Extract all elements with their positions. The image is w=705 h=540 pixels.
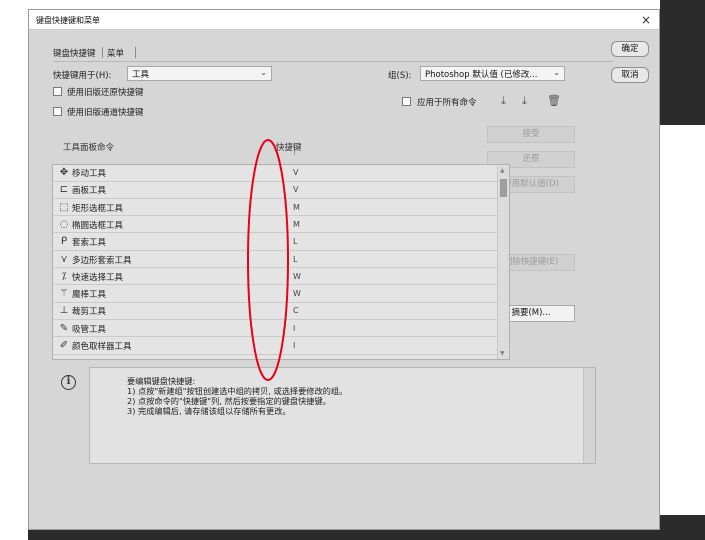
table-row[interactable]: ⋎ 多边形套索工具 L xyxy=(53,252,497,268)
shortcuts-for-label: 快捷键用于(H): xyxy=(53,71,112,81)
tab-divider xyxy=(135,47,136,58)
crop-icon: ⊥ xyxy=(59,305,69,317)
apply-all-checkbox[interactable] xyxy=(402,97,411,106)
table-row[interactable]: ⊏ 画板工具 V xyxy=(53,182,497,199)
new-set-icon[interactable]: ⤓ xyxy=(522,94,527,108)
tool-name: 裁剪工具 xyxy=(72,307,107,318)
background-dark-bottom xyxy=(660,515,705,540)
keyboard-shortcuts-dialog: 键盘快捷键和菜单 × 键盘快捷键 菜单 快捷键用于(H): 工具 ⌄ 组(S):… xyxy=(28,9,660,530)
tool-shortcut-key[interactable]: I xyxy=(293,324,295,333)
tool-shortcut-key[interactable]: W xyxy=(293,272,301,281)
title-bar: 键盘快捷键和菜单 × xyxy=(29,10,659,30)
ellipse-marquee-icon: ◌ xyxy=(59,218,69,230)
accept-button[interactable]: 接受 xyxy=(487,126,575,143)
tool-name: 魔棒工具 xyxy=(72,290,107,301)
tool-name: 画板工具 xyxy=(72,186,107,197)
background-bottom xyxy=(28,530,660,540)
column-header-shortcut: 快捷键 xyxy=(276,143,302,153)
background-light xyxy=(660,125,705,515)
scroll-up-icon[interactable]: ▲ xyxy=(500,167,505,174)
tool-shortcut-key[interactable]: L xyxy=(293,255,297,264)
background-left xyxy=(0,0,28,540)
shortcuts-for-value: 工具 xyxy=(132,70,150,80)
color-sampler-icon: ✐ xyxy=(59,340,69,351)
magic-wand-icon: ⚚ xyxy=(59,288,69,300)
legacy-channel-checkbox[interactable] xyxy=(53,107,62,116)
tool-name: 吸管工具 xyxy=(72,324,107,335)
table-row[interactable]: ⚚ 魔棒工具 W xyxy=(53,286,497,303)
legacy-undo-checkbox[interactable] xyxy=(53,87,62,96)
scroll-thumb[interactable] xyxy=(500,179,507,197)
info-icon: i xyxy=(61,375,76,390)
apply-all-label: 应用于所有命令 xyxy=(417,98,477,108)
tool-name: 颜色取样器工具 xyxy=(72,342,132,352)
tool-name: 套索工具 xyxy=(72,238,107,249)
polygon-lasso-icon: ⋎ xyxy=(60,253,68,265)
tool-shortcut-key[interactable]: M xyxy=(293,203,300,212)
lasso-icon: ᑭ xyxy=(60,236,68,248)
table-row[interactable]: ◌ 椭圆选框工具 M xyxy=(53,217,497,234)
close-icon[interactable]: × xyxy=(641,13,651,27)
artboard-icon: ⊏ xyxy=(59,184,69,196)
tool-shortcut-table: ✐ 颜色取样器工具 I ✎ 吸管工具 I ⊥ 裁剪工具 C ⚚ 魔棒工具 W ⁒ 快速选择工具 W ⋎ 多边形套… xyxy=(52,164,510,360)
tool-shortcut-key[interactable]: I xyxy=(293,341,295,350)
tab-keyboard-shortcuts[interactable]: 键盘快捷键 xyxy=(53,47,96,59)
dialog-title: 键盘快捷键和菜单 xyxy=(36,16,100,25)
tab-divider xyxy=(102,47,103,58)
column-header-command: 工具面板命令 xyxy=(63,143,115,153)
tool-shortcut-key[interactable]: V xyxy=(293,185,298,194)
tab-underline xyxy=(53,61,613,62)
tool-shortcut-key[interactable]: W xyxy=(293,289,301,298)
chevron-down-icon: ⌄ xyxy=(553,68,560,77)
delete-set-icon[interactable]: 🗑 xyxy=(547,94,561,107)
table-row[interactable]: ⁒ 快速选择工具 W xyxy=(53,269,497,286)
cancel-button[interactable]: 取消 xyxy=(611,67,649,83)
instruction-line: 3) 完成编辑后, 请存储该组以存储所有更改。 xyxy=(127,406,291,416)
background-dark-top xyxy=(660,0,705,125)
table-row[interactable]: ✎ 吸管工具 I xyxy=(53,321,497,338)
table-row[interactable]: ✐ 颜色取样器工具 I xyxy=(53,338,497,355)
table-scrollbar[interactable]: ▲ ▼ xyxy=(497,165,509,359)
tab-menus[interactable]: 菜单 xyxy=(107,47,124,59)
tool-shortcut-key[interactable]: L xyxy=(293,237,297,246)
tool-shortcut-key[interactable]: C xyxy=(293,306,299,315)
table-row[interactable]: ⊥ 裁剪工具 C xyxy=(53,303,497,320)
save-set-icon[interactable]: ⤓ xyxy=(501,94,506,108)
chevron-down-icon: ⌄ xyxy=(260,68,267,77)
set-label: 组(S): xyxy=(388,71,412,81)
ok-button[interactable]: 确定 xyxy=(611,41,649,57)
tool-shortcut-key[interactable]: M xyxy=(293,220,300,229)
tool-name: 多边形套索工具 xyxy=(72,255,132,266)
quick-select-icon: ⁒ xyxy=(61,270,67,282)
set-value: Photoshop 默认值 (已修改... xyxy=(425,70,538,80)
table-row[interactable]: ⬚ 矩形选框工具 M xyxy=(53,200,497,217)
table-row[interactable]: ✥ 移动工具 V xyxy=(53,165,497,182)
legacy-undo-label: 使用旧版还原快捷键 xyxy=(67,88,144,98)
legacy-channel-label: 使用旧版通道快捷键 xyxy=(67,108,144,118)
move-icon: ✥ xyxy=(59,167,69,178)
scroll-down-icon[interactable]: ▼ xyxy=(500,350,505,357)
table-row[interactable]: ᑭ 套索工具 L xyxy=(53,234,497,251)
tool-name: 椭圆选框工具 xyxy=(72,220,124,231)
set-select[interactable]: Photoshop 默认值 (已修改... ⌄ xyxy=(420,66,565,81)
tool-name: 移动工具 xyxy=(72,169,107,179)
background-right xyxy=(660,0,705,540)
instructions-scrollbar[interactable] xyxy=(583,368,595,463)
shortcuts-for-select[interactable]: 工具 ⌄ xyxy=(127,66,272,81)
tool-shortcut-key[interactable]: V xyxy=(293,168,298,177)
eyedropper-icon: ✎ xyxy=(59,322,69,334)
tool-name: 快速选择工具 xyxy=(72,272,124,283)
tool-name: 矩形选框工具 xyxy=(72,203,124,214)
rect-marquee-icon: ⬚ xyxy=(59,201,69,213)
